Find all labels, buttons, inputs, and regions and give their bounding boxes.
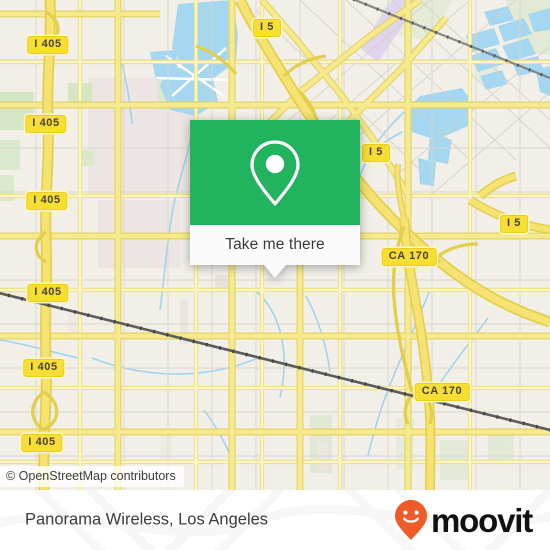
road-shield-i405-5[interactable]: I 405 — [23, 359, 65, 377]
road-shield-i405-1[interactable]: I 405 — [27, 36, 69, 54]
place-popup-card[interactable]: Take me there — [190, 120, 360, 278]
moovit-logo[interactable]: moovit — [394, 499, 533, 541]
road-shield-i5-1[interactable]: I 5 — [252, 19, 282, 37]
road-shield-ca170-1[interactable]: CA 170 — [381, 248, 437, 266]
take-me-there-button[interactable]: Take me there — [225, 236, 325, 254]
osm-attribution[interactable]: © OpenStreetMap contributors — [0, 466, 184, 487]
road-shield-i405-4[interactable]: I 405 — [27, 284, 69, 302]
map-pin-icon — [250, 139, 300, 206]
moovit-wordmark: moovit — [431, 501, 533, 539]
popup-pointer — [264, 265, 286, 278]
place-title: Panorama Wireless, Los Angeles — [25, 510, 269, 529]
moovit-pin-smile-icon — [395, 500, 428, 540]
map-canvas[interactable]: I 405 I 405 I 405 I 405 I 405 I 405 I 5 … — [0, 0, 550, 490]
footer-bar: Panorama Wireless, Los Angeles moovit — [0, 490, 550, 550]
road-shield-i5-3[interactable]: I 5 — [499, 215, 529, 233]
road-shield-i405-3[interactable]: I 405 — [26, 192, 68, 210]
moovit-map-page: I 405 I 405 I 405 I 405 I 405 I 405 I 5 … — [0, 0, 550, 550]
popup-image-placeholder — [190, 120, 360, 225]
road-shield-ca170-2[interactable]: CA 170 — [414, 383, 470, 401]
road-shield-i405-2[interactable]: I 405 — [25, 115, 67, 133]
popup-action-bar[interactable]: Take me there — [190, 225, 360, 278]
road-shield-i405-6[interactable]: I 405 — [21, 434, 63, 452]
road-shield-i5-2[interactable]: I 5 — [361, 144, 391, 162]
